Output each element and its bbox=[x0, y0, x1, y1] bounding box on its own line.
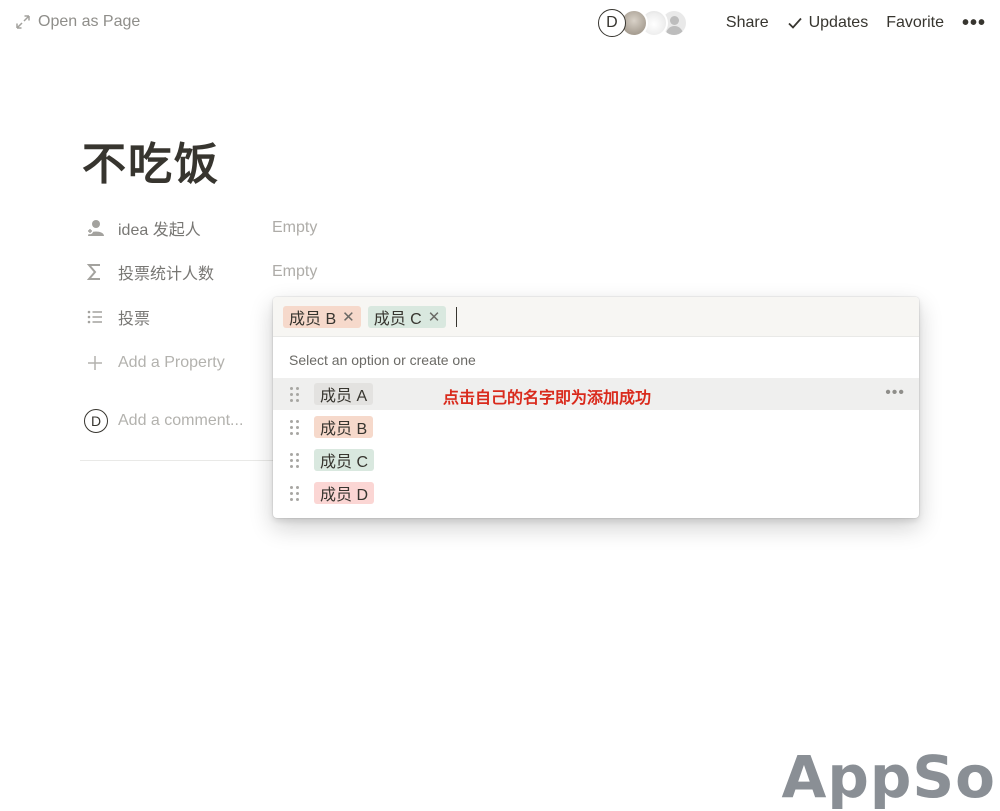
comment-row: D Add a comment... bbox=[84, 409, 243, 433]
property-row[interactable]: idea 发起人 Empty bbox=[84, 213, 317, 243]
share-label: Share bbox=[725, 14, 769, 31]
share-button[interactable]: Share bbox=[726, 14, 769, 32]
property-row[interactable]: 投票 bbox=[84, 302, 272, 332]
selected-tags-input[interactable]: 成员 B ✕ 成员 C ✕ bbox=[273, 297, 919, 337]
add-property-button[interactable]: Add a Property bbox=[84, 348, 272, 378]
selected-tag: 成员 C ✕ bbox=[367, 305, 447, 328]
open-as-page-label: Open as Page bbox=[38, 13, 141, 30]
tag-label: 成员 C bbox=[373, 310, 422, 328]
favorite-label: Favorite bbox=[886, 14, 944, 31]
sigma-icon bbox=[84, 261, 106, 283]
property-value[interactable]: Empty bbox=[272, 219, 317, 237]
option-tag: 成员 D bbox=[314, 482, 375, 504]
option-item[interactable]: 成员 B bbox=[273, 411, 919, 443]
watermark-logo: AppSo bbox=[781, 743, 996, 811]
person-icon bbox=[84, 217, 106, 239]
collaborator-avatars: D bbox=[597, 9, 688, 37]
annotation-text: 点击自己的名字即为添加成功 bbox=[443, 390, 652, 407]
property-row[interactable]: 投票统计人数 Empty bbox=[84, 257, 317, 287]
divider bbox=[80, 460, 280, 461]
option-tag: 成员 B bbox=[314, 416, 374, 438]
option-tag: 成员 C bbox=[314, 449, 375, 471]
drag-handle-icon[interactable] bbox=[290, 419, 300, 435]
drag-handle-icon[interactable] bbox=[290, 485, 300, 501]
drag-handle-icon[interactable] bbox=[290, 452, 300, 468]
comment-input[interactable]: Add a comment... bbox=[118, 412, 243, 430]
top-bar: Open as Page D Share Updates Favorite ••… bbox=[0, 0, 1000, 46]
property-value[interactable]: Empty bbox=[272, 263, 317, 281]
avatar[interactable]: D bbox=[597, 9, 626, 37]
selected-tag: 成员 B ✕ bbox=[283, 305, 361, 328]
favorite-button[interactable]: Favorite bbox=[886, 14, 944, 32]
drag-handle-icon[interactable] bbox=[290, 386, 300, 402]
updates-label: Updates bbox=[808, 14, 869, 31]
more-options-icon[interactable]: ••• bbox=[962, 13, 986, 33]
tag-label: 成员 B bbox=[289, 310, 337, 328]
dropdown-hint: Select an option or create one bbox=[289, 352, 476, 368]
checkmark-icon bbox=[787, 17, 802, 29]
add-property-label: Add a Property bbox=[118, 354, 225, 371]
text-cursor bbox=[456, 306, 458, 327]
option-item[interactable]: 成员 D bbox=[273, 477, 919, 509]
top-right-actions: D Share Updates Favorite ••• bbox=[597, 8, 986, 38]
option-item[interactable]: 成员 C bbox=[273, 444, 919, 476]
updates-button[interactable]: Updates bbox=[787, 14, 869, 32]
plus-icon bbox=[84, 352, 106, 374]
page-title[interactable]: 不吃饭 bbox=[82, 128, 220, 192]
expand-arrows-icon bbox=[16, 15, 30, 29]
list-icon bbox=[84, 306, 106, 328]
remove-tag-icon[interactable]: ✕ bbox=[342, 308, 355, 326]
open-as-page-button[interactable]: Open as Page bbox=[16, 13, 140, 31]
multi-select-dropdown: 成员 B ✕ 成员 C ✕ Select an option or create… bbox=[273, 297, 919, 518]
property-name: 投票统计人数 bbox=[118, 266, 215, 283]
property-name: idea 发起人 bbox=[118, 222, 201, 239]
remove-tag-icon[interactable]: ✕ bbox=[428, 308, 441, 326]
option-item[interactable]: 成员 A 点击自己的名字即为添加成功 ••• bbox=[273, 378, 919, 410]
property-name: 投票 bbox=[118, 311, 151, 328]
option-more-icon[interactable]: ••• bbox=[885, 385, 905, 401]
avatar: D bbox=[84, 409, 108, 433]
option-tag: 成员 A bbox=[314, 383, 374, 405]
